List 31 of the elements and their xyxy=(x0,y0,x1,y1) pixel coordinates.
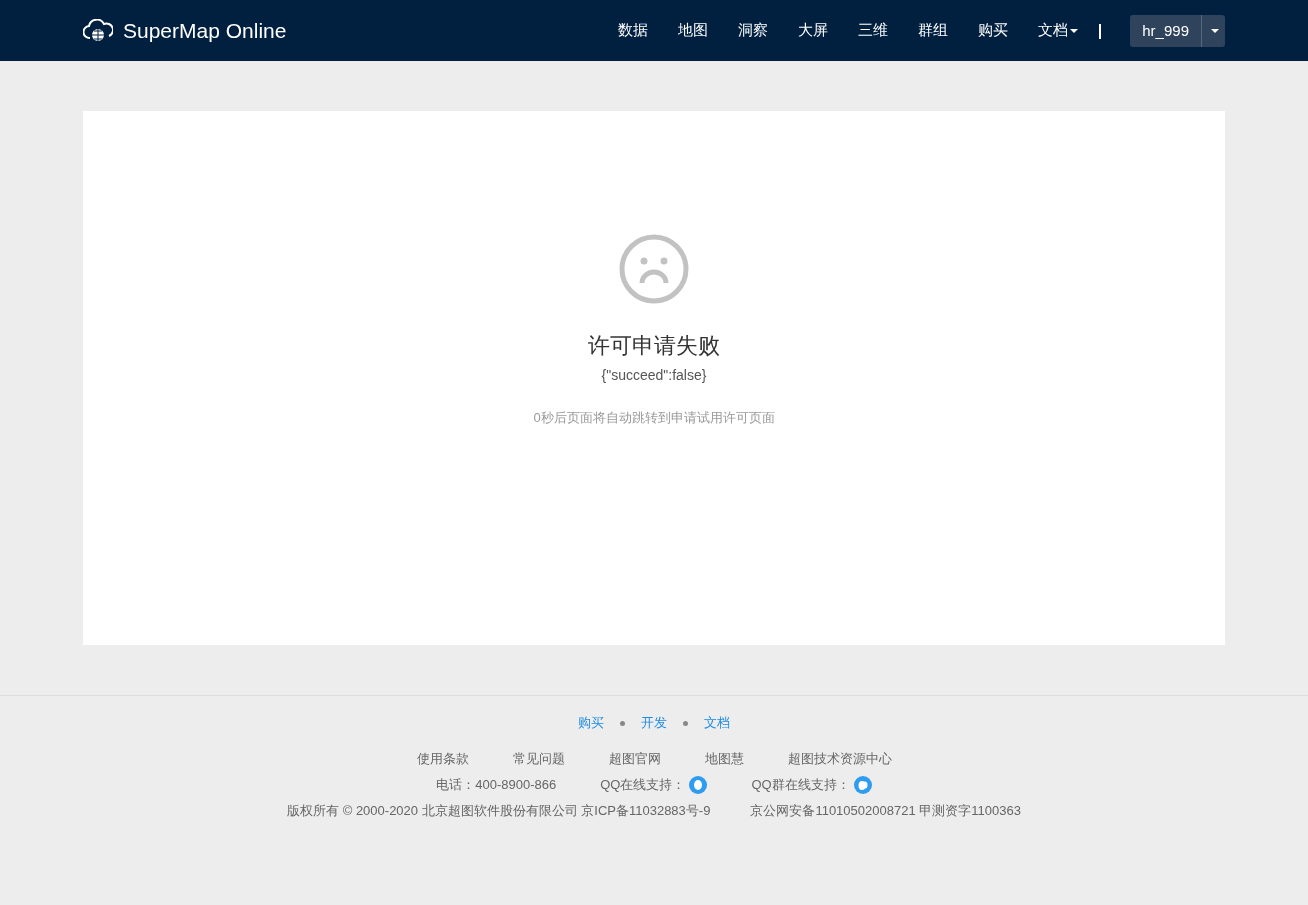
qq-group-icon[interactable] xyxy=(853,776,872,794)
nav-link[interactable]: 洞察 xyxy=(737,21,768,40)
sad-face-icon xyxy=(618,233,690,305)
error-title: 许可申请失败 xyxy=(588,332,720,360)
redirect-notice: 0秒后页面将自动跳转到申请试用许可页面 xyxy=(533,409,775,427)
user-button[interactable]: hr_999 xyxy=(1130,14,1201,47)
footer-link[interactable]: 超图官网 xyxy=(608,750,661,768)
footer-link[interactable]: 超图技术资源中心 xyxy=(787,750,892,768)
footer-link[interactable]: 地图慧 xyxy=(704,750,744,768)
brand-name[interactable]: SuperMap Online xyxy=(123,18,287,43)
nav-separator: | xyxy=(1097,21,1103,40)
nav-link[interactable]: 地图 xyxy=(677,21,708,40)
contact-label: 电话：400-8900-866 xyxy=(436,776,557,794)
contact-label: QQ在线支持： xyxy=(600,776,686,794)
nav-link[interactable]: 数据 xyxy=(617,21,648,40)
nav-link[interactable]: 购买 xyxy=(977,21,1008,40)
footer-link[interactable]: 使用条款 xyxy=(416,750,469,768)
bullet-dot xyxy=(683,720,688,726)
bullet-dot xyxy=(620,720,625,726)
footer-link[interactable]: 常见问题 xyxy=(512,750,565,768)
contact-label: QQ群在线支持： xyxy=(751,776,850,794)
legal-text: 版权所有 © 2000-2020 北京超图软件股份有限公司 京ICP备11032883号-9 xyxy=(287,802,711,820)
nav-link[interactable]: 群组 xyxy=(917,21,948,40)
legal-text: 京公网安备11010502008721 甲测资字1100363 xyxy=(750,802,1021,820)
error-detail: {"succeed":false} xyxy=(601,367,707,383)
user-dropdown-button[interactable] xyxy=(1201,14,1225,47)
qq-icon[interactable] xyxy=(689,776,708,794)
nav-link[interactable]: 三维 xyxy=(857,21,888,40)
nav-link[interactable]: 大屏 xyxy=(797,21,828,40)
nav-link[interactable]: 文档 xyxy=(1037,21,1078,40)
cloud-globe-icon xyxy=(83,18,113,43)
